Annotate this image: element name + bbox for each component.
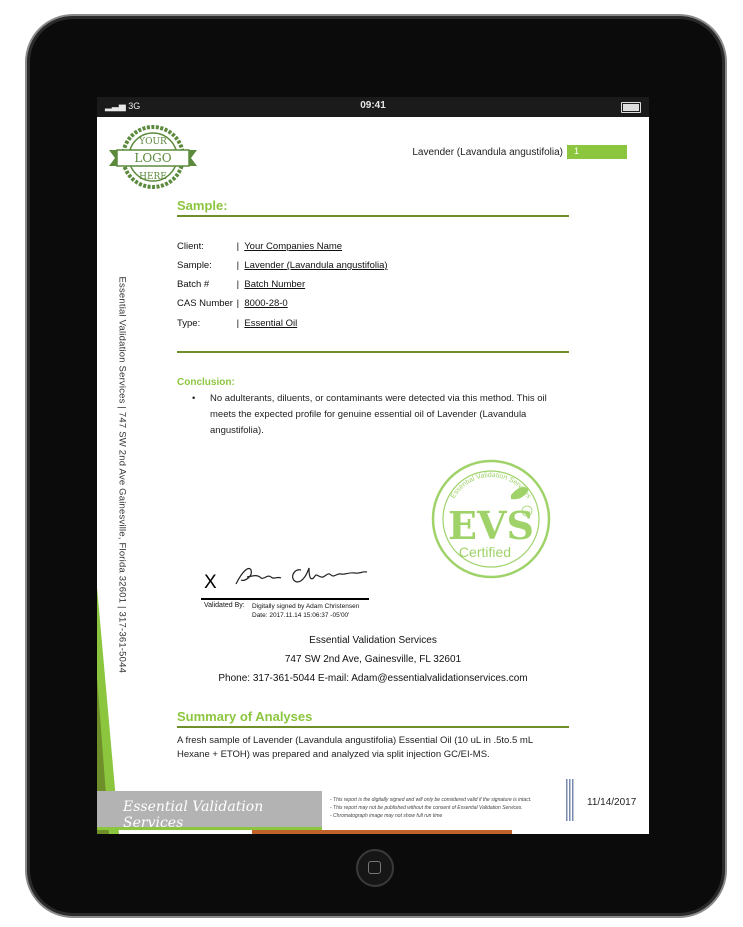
field-label: Client: <box>177 241 204 252</box>
field-separator: | <box>236 260 240 271</box>
field-value: Essential Oil <box>244 318 298 329</box>
conclusion-text: No adulterants, diluents, or contaminant… <box>210 393 547 436</box>
footer-note: - Chromatograph image may not show full … <box>330 813 443 819</box>
field-label: Type: <box>177 318 201 329</box>
signature-x-mark: X <box>204 572 217 593</box>
company-contact: Phone: 317-361-5044 E-mail: Adam@essenti… <box>218 673 528 684</box>
bullet-icon: • <box>192 393 196 404</box>
seal-letters: EVS <box>448 503 534 548</box>
field-label: Batch # <box>177 279 210 290</box>
sample-bottom-rule <box>177 351 569 353</box>
page-number: 1 <box>574 146 580 156</box>
conclusion-heading: Conclusion: <box>177 377 235 388</box>
company-name: Essential Validation Services <box>309 635 437 646</box>
seal-certified-label: Certified <box>459 544 511 560</box>
summary-rule <box>177 726 569 728</box>
evs-certified-seal: Essential Validation Services EVS TM Cer… <box>431 459 551 579</box>
footer-date: 11/14/2017 <box>587 797 637 808</box>
digital-signature-date: Date: 2017.11.14 15:06:37 -05'00' <box>252 612 350 619</box>
battery-icon <box>621 102 641 113</box>
side-contact-text: Essential Validation Services | 747 SW 2… <box>116 276 128 674</box>
footer-orange-bar <box>252 830 512 834</box>
field-label: CAS Number <box>177 298 233 309</box>
home-square-icon <box>368 861 381 874</box>
logo-text-bottom: HERE <box>139 172 167 182</box>
field-separator: | <box>236 241 240 252</box>
status-bar: ▂▃▅ 3G 09:41 <box>97 97 649 117</box>
document-page: YOUR LOGO HERE Lavender (Lavandula angus… <box>97 117 649 834</box>
field-separator: | <box>236 298 240 309</box>
logo-text-middle: LOGO <box>134 151 171 165</box>
summary-text: A fresh sample of Lavender (Lavandula an… <box>177 735 533 760</box>
handwritten-signature <box>235 567 368 585</box>
field-value: Batch Number <box>244 279 306 290</box>
side-contact-strip: Essential Validation Services | 747 SW 2… <box>116 276 128 674</box>
footer-note: - This report may not be published witho… <box>330 805 523 811</box>
field-value: 8000-28-0 <box>244 298 288 309</box>
footer-divider-lines <box>566 779 574 821</box>
field-row-type: Type: | Essential Oil <box>177 318 297 329</box>
header-product-name: Lavender (Lavandula angustifolia) <box>412 147 563 158</box>
footer-banner: Essential Validation Services <box>97 791 322 831</box>
company-address: 747 SW 2nd Ave, Gainesville, FL 32601 <box>284 654 462 665</box>
conclusion-bullet: • No adulterants, diluents, or contamina… <box>192 391 572 439</box>
sample-heading: Sample: <box>177 198 228 213</box>
field-separator: | <box>236 318 240 329</box>
signature-line <box>201 598 369 600</box>
summary-heading: Summary of Analyses <box>177 709 313 724</box>
footer-note: - This report is the digitally signed an… <box>330 797 532 803</box>
field-row-cas-number: CAS Number | 8000-28-0 <box>177 298 288 309</box>
logo-text-top: YOUR <box>138 137 167 147</box>
page-number-badge: 1 <box>567 145 627 159</box>
field-value: Your Companies Name <box>244 241 343 252</box>
field-value: Lavender (Lavandula angustifolia) <box>244 260 388 271</box>
validated-by-label: Validated By: <box>204 602 245 609</box>
field-separator: | <box>236 279 240 290</box>
field-row-batch: Batch # | Batch Number <box>177 279 305 290</box>
seal-trademark: TM <box>524 509 530 514</box>
home-button[interactable] <box>356 849 394 887</box>
field-label: Sample: <box>177 260 212 271</box>
field-row-sample: Sample: | Lavender (Lavandula angustifol… <box>177 260 388 271</box>
company-logo: YOUR LOGO HERE <box>109 125 197 189</box>
sample-top-rule <box>177 215 569 217</box>
field-row-client: Client: | Your Companies Name <box>177 241 342 252</box>
digital-signature-name: Digitally signed by Adam Christensen <box>252 603 360 610</box>
clock: 09:41 <box>360 100 386 111</box>
